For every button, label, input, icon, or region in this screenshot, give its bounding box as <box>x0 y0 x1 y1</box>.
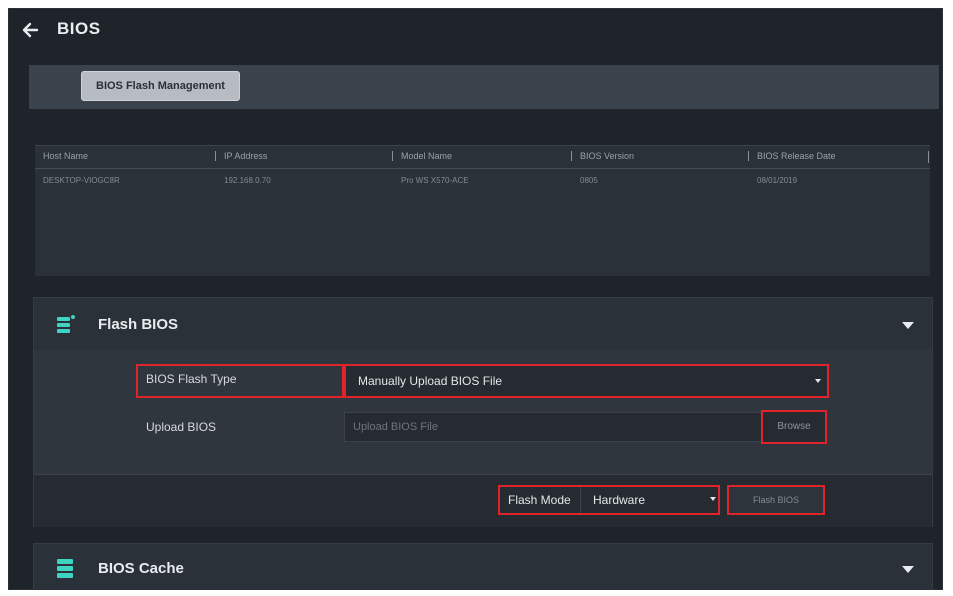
app-window: BIOS BIOS Flash Management Host Name IP … <box>8 8 943 590</box>
table-header: Host Name IP Address Model Name BIOS Ver… <box>35 146 930 169</box>
column-separator <box>928 151 929 163</box>
tab-bar: BIOS Flash Management <box>29 65 939 109</box>
browse-button[interactable]: Browse <box>761 410 827 444</box>
chevron-down-icon[interactable] <box>902 566 914 574</box>
dropdown-arrow-icon <box>815 379 821 383</box>
highlight-box <box>136 364 344 398</box>
upload-bios-label: Upload BIOS <box>146 420 217 434</box>
server-icon <box>57 559 73 578</box>
column-header-bios-version[interactable]: BIOS Version <box>571 151 634 161</box>
bios-cache-title: BIOS Cache <box>98 560 184 577</box>
tab-bios-flash-management[interactable]: BIOS Flash Management <box>81 71 240 101</box>
server-chip-icon <box>57 315 75 333</box>
upload-bios-input[interactable]: Upload BIOS File <box>344 412 764 442</box>
bios-flash-type-select[interactable]: Manually Upload BIOS File <box>344 364 829 398</box>
cell-bios-release-date: 08/01/2019 <box>757 176 798 185</box>
column-header-model-name[interactable]: Model Name <box>392 151 452 161</box>
bios-flash-type-value: Manually Upload BIOS File <box>358 374 503 388</box>
cell-ip-address: 192.168.0.70 <box>224 176 271 185</box>
column-header-bios-release-date[interactable]: BIOS Release Date <box>748 151 836 161</box>
cell-host-name: DESKTOP-VIOGC8R <box>43 176 120 185</box>
flash-mode-value: Hardware <box>593 493 646 507</box>
flash-bios-button[interactable]: Flash BIOS <box>727 485 825 515</box>
dropdown-arrow-icon <box>710 497 716 501</box>
flash-bios-section: Flash BIOS BIOS Flash Type Manually Uplo… <box>33 297 933 527</box>
page-title: BIOS <box>57 19 101 38</box>
page-header: BIOS <box>9 9 942 53</box>
bios-cache-section: BIOS Cache <box>33 543 933 589</box>
chevron-down-icon[interactable] <box>902 322 914 330</box>
upload-bios-placeholder: Upload BIOS File <box>353 421 438 433</box>
host-table: Host Name IP Address Model Name BIOS Ver… <box>35 145 930 276</box>
flash-bios-footer: Flash Mode Hardware Flash BIOS <box>34 474 932 527</box>
cell-model-name: Pro WS X570-ACE <box>401 176 469 185</box>
column-header-host-name[interactable]: Host Name <box>43 151 88 161</box>
flash-mode-label: Flash Mode <box>508 493 571 507</box>
column-header-ip-address[interactable]: IP Address <box>215 151 267 161</box>
flash-mode-select[interactable]: Hardware <box>580 487 718 513</box>
back-arrow-icon[interactable] <box>21 21 39 39</box>
flash-bios-title: Flash BIOS <box>98 316 179 333</box>
cell-bios-version: 0805 <box>580 176 598 185</box>
flash-bios-form: BIOS Flash Type Manually Upload BIOS Fil… <box>34 350 932 474</box>
